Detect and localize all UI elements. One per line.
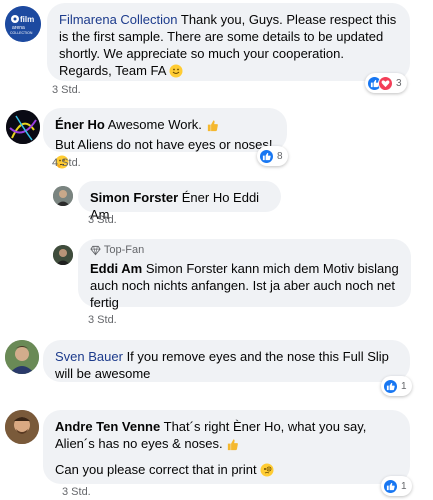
love-reaction-icon (378, 75, 393, 91)
comment-timestamp[interactable]: 3 Std. (62, 486, 91, 498)
comment-bubble-andre-ten-venne: Andre Ten Venne That´s right Èner Ho, wh… (43, 410, 410, 484)
comment-author[interactable]: Simon Forster (90, 190, 178, 205)
avatar-eddi-am[interactable] (53, 245, 73, 265)
like-reaction-icon (259, 148, 274, 164)
like-reaction-icon (383, 378, 398, 394)
comment-author[interactable]: Sven Bauer (55, 349, 123, 364)
person-photo-icon (53, 186, 73, 206)
person-photo-icon (53, 245, 73, 265)
svg-text:COLLECTION: COLLECTION (10, 31, 33, 35)
like-reaction-icon (383, 478, 398, 494)
reply-bubble-simon-forster: Simon Forster Éner Ho Eddi Am (78, 181, 281, 222)
diamond-badge-icon (90, 245, 101, 260)
comment-author[interactable]: Eddi Am (90, 261, 142, 276)
top-fan-badge: Top-Fan (103, 244, 145, 256)
thumbs-up-emoji-icon (206, 119, 219, 136)
reactions-badge[interactable]: 8 (257, 146, 288, 166)
swirl-avatar-icon (6, 110, 40, 144)
avatar-ener-ho[interactable] (6, 110, 40, 144)
person-photo-icon (5, 410, 39, 444)
comment-bubble-filmarena: Filmarena Collection Thank you, Guys. Pl… (47, 3, 410, 81)
person-photo-icon (5, 340, 39, 374)
comment-timestamp[interactable]: 3 Std. (88, 214, 117, 226)
reactions-badge[interactable]: 1 (381, 476, 412, 496)
reactions-count: 1 (401, 480, 407, 492)
svg-text:film: film (20, 15, 34, 24)
filmarena-logo-icon: film arena COLLECTION (5, 6, 41, 42)
reactions-count: 1 (401, 380, 407, 392)
reactions-count: 3 (396, 77, 402, 89)
comment-text: Awesome Work. (107, 117, 202, 132)
avatar-sven-bauer[interactable] (5, 340, 39, 374)
thumbs-up-emoji-icon (226, 438, 239, 455)
comment-text-line2: But Aliens do not have eyes or noses! (55, 137, 273, 152)
reactions-count: 8 (277, 150, 283, 162)
monocle-face-emoji-icon (260, 463, 274, 481)
comment-timestamp[interactable]: 3 Std. (88, 314, 117, 326)
comment-timestamp[interactable]: 3 Std. (52, 84, 81, 96)
comment-author[interactable]: Andre Ten Venne (55, 419, 160, 434)
avatar-simon-forster[interactable] (53, 186, 73, 206)
avatar-andre-ten-venne[interactable] (5, 410, 39, 444)
reactions-badge[interactable]: 3 (365, 73, 407, 93)
reply-bubble-eddi-am: Top-Fan Eddi Am Simon Forster kann mich … (78, 239, 411, 310)
comment-bubble-sven-bauer: Sven Bauer If you remove eyes and the no… (43, 340, 410, 382)
avatar-filmarena[interactable]: film arena COLLECTION (5, 6, 41, 42)
comment-text-line2: Can you please correct that in print (55, 462, 257, 477)
comment-timestamp[interactable]: 4 Std. (52, 157, 81, 169)
comment-author[interactable]: Éner Ho (55, 117, 105, 132)
smile-emoji-icon (169, 64, 183, 82)
comment-bubble-ener-ho: Éner Ho Awesome Work. But Aliens do not … (43, 108, 287, 169)
comment-author[interactable]: Filmarena Collection (59, 12, 178, 27)
reactions-badge[interactable]: 1 (381, 376, 412, 396)
